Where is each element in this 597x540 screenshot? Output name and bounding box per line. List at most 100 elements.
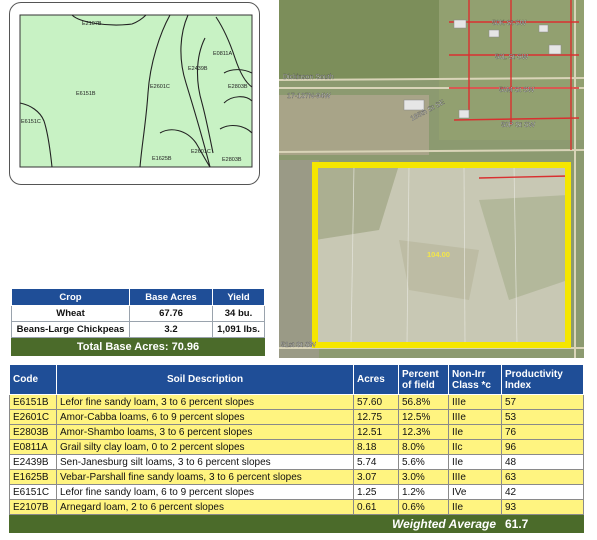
soil-percent: 56.8%	[398, 394, 449, 410]
total-base-acres: Total Base Acres: 70.96	[11, 337, 265, 356]
soil-class: IIe	[448, 424, 502, 440]
road-label: 51st St SW	[281, 342, 316, 349]
road-label: Dickinson South	[283, 74, 334, 81]
soil-percent: 0.6%	[398, 499, 449, 515]
soil-code: E0811A	[9, 439, 57, 455]
soil-acres: 1.25	[353, 484, 399, 500]
soil-acres: 0.61	[353, 499, 399, 515]
soil-map: E2107B E6151B E2601C E0811A E2439B E2803…	[9, 2, 260, 185]
soil-code: E1625B	[9, 469, 57, 485]
soil-percent: 5.6%	[398, 454, 449, 470]
col-soil-description: Soil Description	[56, 364, 354, 395]
soil-row: E2107B Arnegard loam, 2 to 6 percent slop…	[9, 499, 584, 515]
soil-code: E2803B	[9, 424, 57, 440]
soil-row: E6151C Lefor fine sandy loam, 6 to 9 perc…	[9, 484, 584, 500]
soil-class: IVe	[448, 484, 502, 500]
crop-yield: 1,091 lbs.	[212, 321, 265, 338]
soil-code: E2439B	[9, 454, 57, 470]
col-code: Code	[9, 364, 57, 395]
soil-label: E2439B	[188, 66, 208, 72]
soil-label: E6151B	[76, 91, 96, 97]
soil-code: E2601C	[9, 409, 57, 425]
soil-acres: 3.07	[353, 469, 399, 485]
soil-row: E2439B Sen-Janesburg silt loams, 3 to 6 p…	[9, 454, 584, 470]
soil-class: IIc	[448, 439, 502, 455]
soil-percent: 12.5%	[398, 409, 449, 425]
soil-row: E2803B Amor-Shambo loams, 3 to 6 percent …	[9, 424, 584, 440]
soil-index: 93	[501, 499, 584, 515]
soil-percent: 12.3%	[398, 424, 449, 440]
crop-base-acres: 3.2	[129, 321, 213, 338]
crop-total-row: Total Base Acres: 70.96	[11, 337, 265, 356]
col-yield: Yield	[212, 288, 265, 306]
soil-row: E2601C Amor-Cabba loams, 6 to 9 percent s…	[9, 409, 584, 425]
soil-label: E0811A	[213, 51, 232, 57]
soil-code: E2107B	[9, 499, 57, 515]
soil-index: 63	[501, 469, 584, 485]
weighted-average-label: Weighted Average	[9, 514, 502, 533]
soil-percent: 1.2%	[398, 484, 449, 500]
crop-yield: 34 bu.	[212, 305, 265, 322]
soil-acres: 12.75	[353, 409, 399, 425]
field-acres-label: 104.00	[427, 250, 450, 259]
soil-map-field	[19, 14, 253, 168]
crop-table-header: Crop Base Acres Yield	[11, 288, 265, 306]
crop-row: Wheat 67.76 34 bu.	[11, 305, 265, 322]
col-acres: Acres	[353, 364, 399, 395]
soil-acres: 12.51	[353, 424, 399, 440]
soil-acres: 57.60	[353, 394, 399, 410]
soil-code: E6151C	[9, 484, 57, 500]
soil-desc: Amor-Cabba loams, 6 to 9 percent slopes	[56, 409, 354, 425]
soil-index: 42	[501, 484, 584, 500]
aerial-map: 50K St SW 50L St SW 50M St SW 50P St SW …	[279, 0, 584, 358]
soil-table-header: Code Soil Description Acres Percent of f…	[9, 364, 584, 395]
soil-label: E1625B	[152, 156, 172, 162]
soil-index: 48	[501, 454, 584, 470]
road-label: 17-137N-94W	[287, 93, 331, 100]
soil-map-canvas: E2107B E6151B E2601C E0811A E2439B E2803…	[19, 14, 253, 168]
soil-code: E6151B	[9, 394, 57, 410]
road-label: 50P St SW	[501, 122, 536, 129]
soil-table-body: E6151B Lefor fine sandy loam, 3 to 6 perc…	[9, 394, 584, 533]
soil-class: IIe	[448, 499, 502, 515]
soil-label: E2803B	[228, 84, 248, 90]
soil-percent: 3.0%	[398, 469, 449, 485]
road-label: 50L St SW	[495, 54, 529, 61]
crop-name: Wheat	[11, 305, 130, 322]
soil-label: E2601C	[191, 149, 211, 155]
soil-class: IIIe	[448, 409, 502, 425]
soil-desc: Lefor fine sandy loam, 6 to 9 percent sl…	[56, 484, 354, 500]
col-base-acres: Base Acres	[129, 288, 213, 306]
soil-class: IIIe	[448, 394, 502, 410]
soil-desc: Grail silty clay loam, 0 to 2 percent sl…	[56, 439, 354, 455]
soil-class: IIIe	[448, 469, 502, 485]
soil-label: E2107B	[82, 21, 102, 27]
crop-row: Beans-Large Chickpeas 3.2 1,091 lbs.	[11, 321, 265, 338]
soil-index: 76	[501, 424, 584, 440]
soil-desc: Sen-Janesburg silt loams, 3 to 6 percent…	[56, 454, 354, 470]
weighted-average-value: 61.7	[501, 514, 584, 533]
soil-index: 96	[501, 439, 584, 455]
road-label: 50K St SW	[492, 20, 527, 27]
crop-base-acres: 67.76	[129, 305, 213, 322]
col-crop: Crop	[11, 288, 130, 306]
soil-row: E1625B Vebar-Parshall fine sandy loams, 3…	[9, 469, 584, 485]
crop-table: Crop Base Acres Yield Wheat 67.76 34 bu.…	[11, 288, 265, 356]
crop-name: Beans-Large Chickpeas	[11, 321, 130, 338]
soil-acres: 8.18	[353, 439, 399, 455]
soil-class: IIe	[448, 454, 502, 470]
soil-desc: Lefor fine sandy loam, 3 to 6 percent sl…	[56, 394, 354, 410]
col-productivity-index: Productivity Index	[501, 364, 584, 395]
col-percent: Percent of field	[398, 364, 449, 395]
soil-index: 57	[501, 394, 584, 410]
soil-percent: 8.0%	[398, 439, 449, 455]
soil-desc: Vebar-Parshall fine sandy loams, 3 to 6 …	[56, 469, 354, 485]
soil-table: Code Soil Description Acres Percent of f…	[9, 364, 584, 533]
col-class: Non-Irr Class *c	[448, 364, 502, 395]
soil-label: E6151C	[21, 119, 41, 125]
soil-row: E6151B Lefor fine sandy loam, 3 to 6 perc…	[9, 394, 584, 410]
soil-row: E0811A Grail silty clay loam, 0 to 2 perc…	[9, 439, 584, 455]
soil-desc: Arnegard loam, 2 to 6 percent slopes	[56, 499, 354, 515]
weighted-average-row: Weighted Average 61.7	[9, 514, 584, 533]
soil-label: E2601C	[150, 84, 170, 90]
